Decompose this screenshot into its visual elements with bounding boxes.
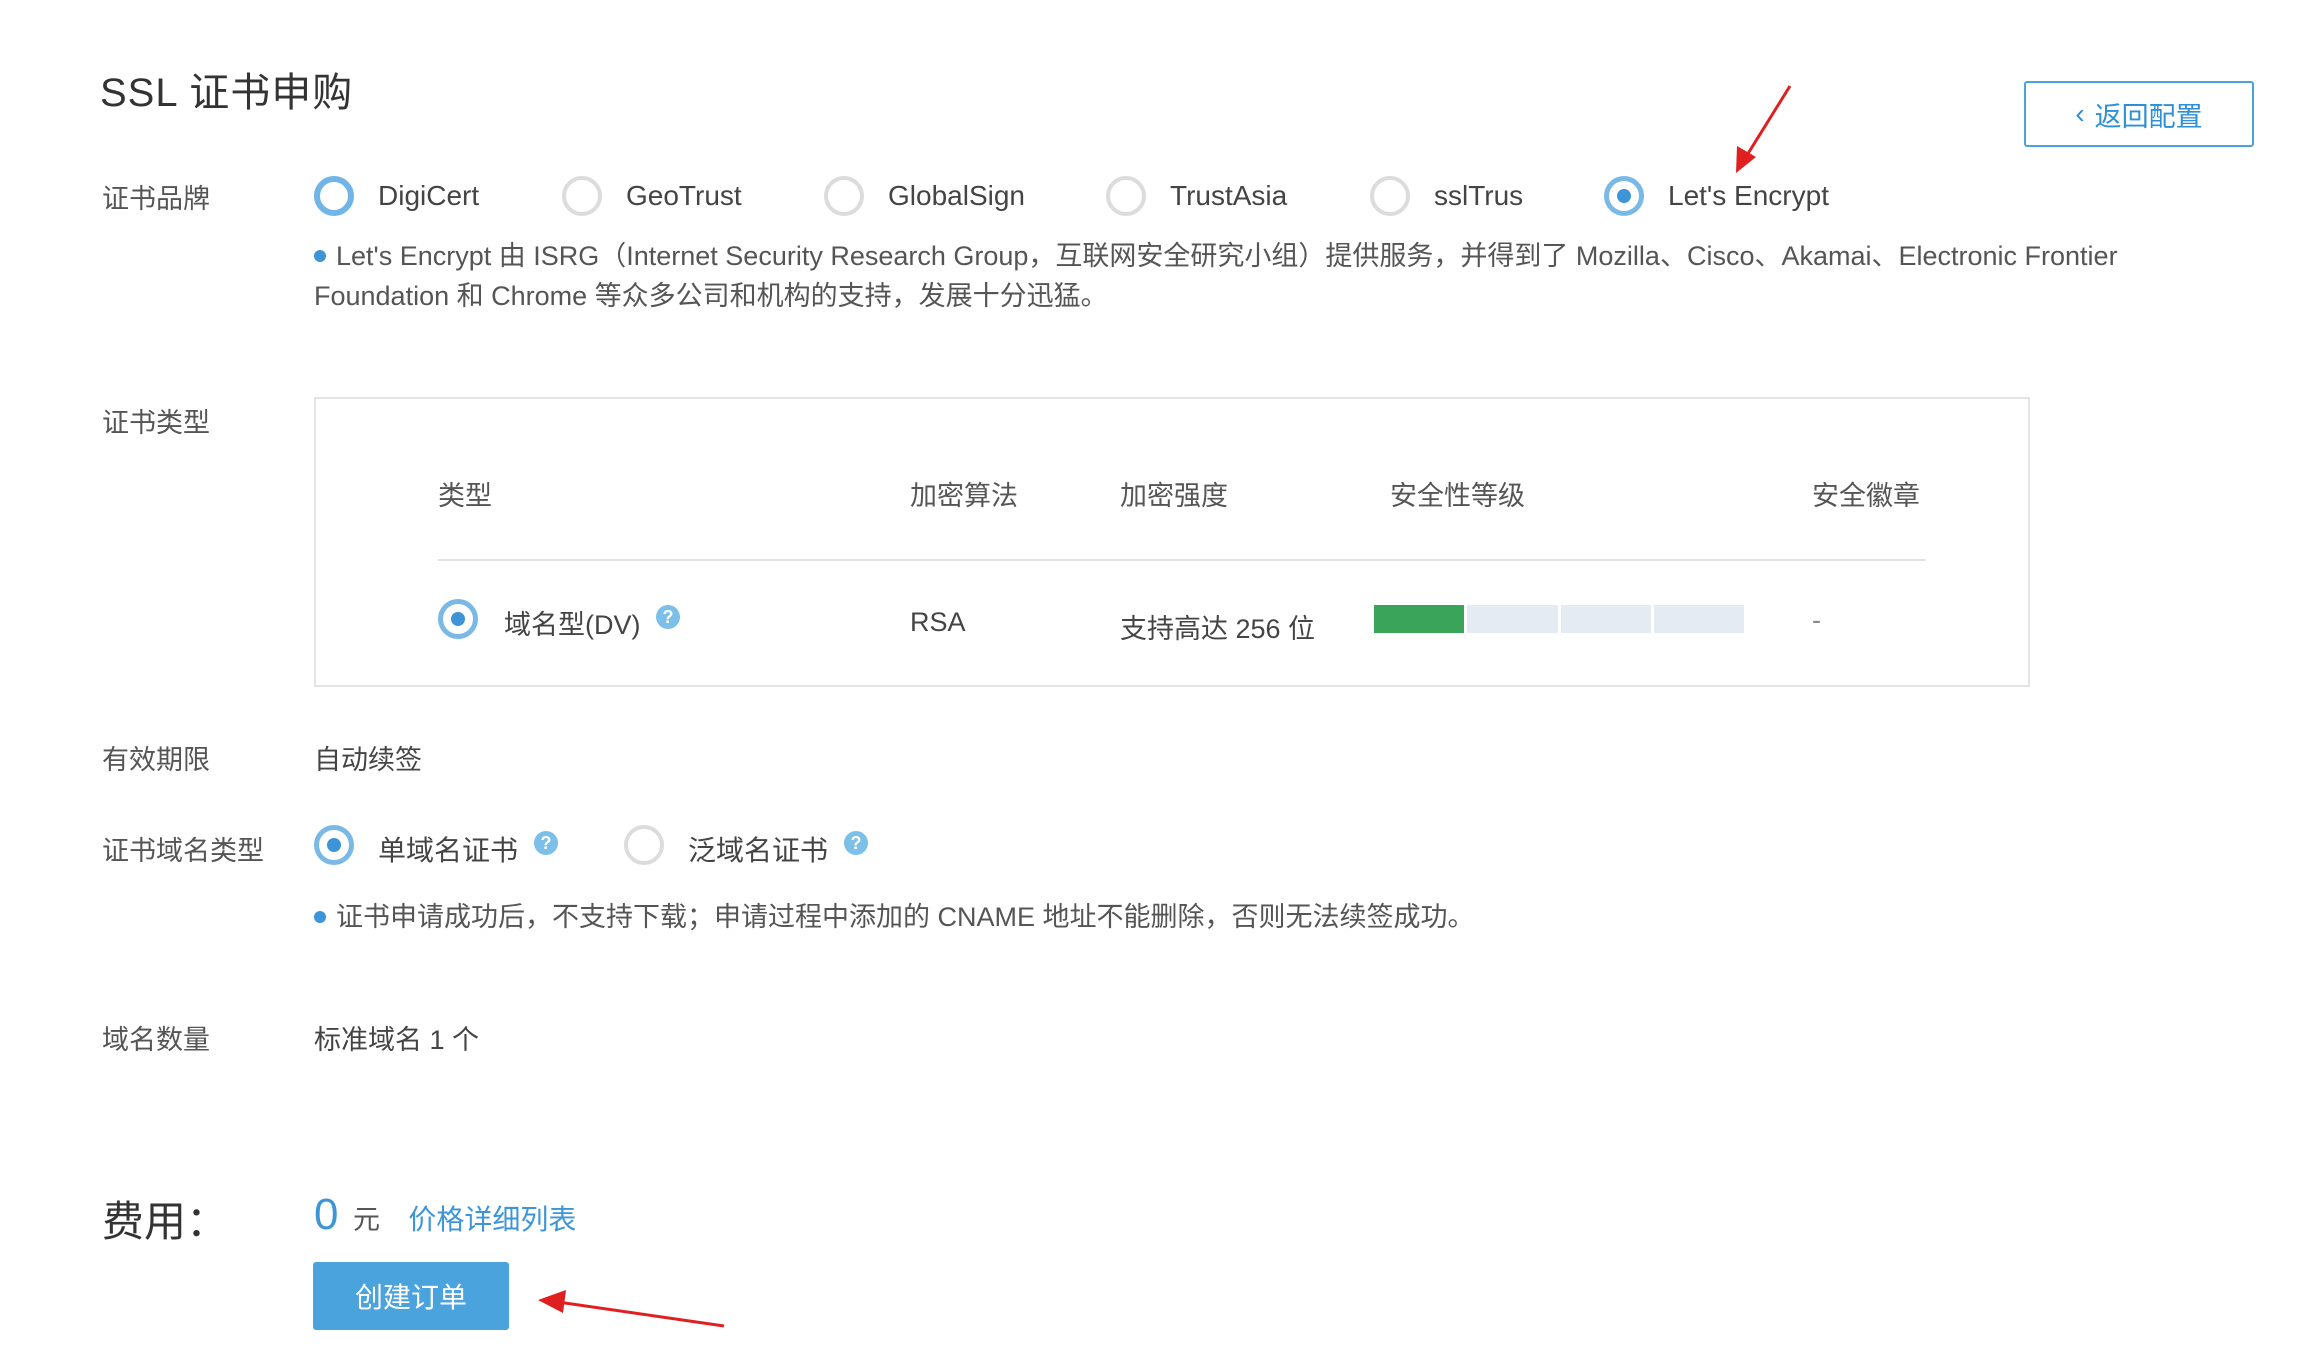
annotation-overlay xyxy=(538,85,1792,1328)
annotation-arrow-icon xyxy=(538,1290,725,1328)
annotation-arrow-icon xyxy=(1736,85,1792,173)
